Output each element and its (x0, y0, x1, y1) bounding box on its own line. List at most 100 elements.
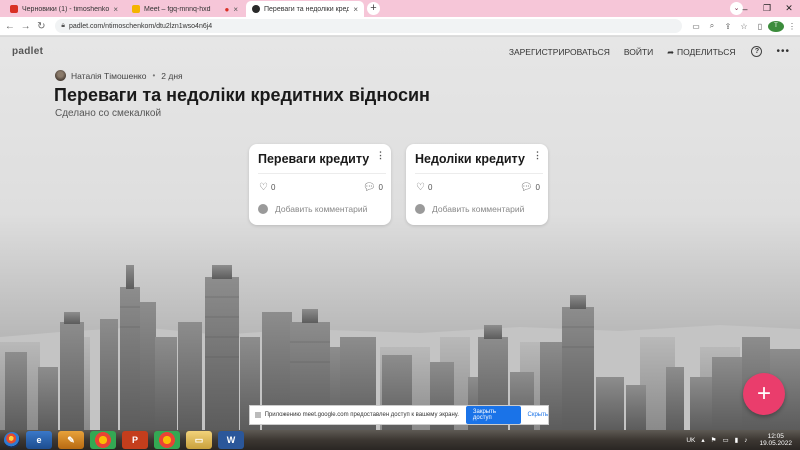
app-icon[interactable]: ✎ (58, 431, 84, 449)
commenter-avatar (415, 204, 425, 214)
bookmark-star-icon[interactable]: ☆ (736, 22, 752, 31)
share-page-icon[interactable]: ⇪ (720, 22, 736, 31)
card-divider (258, 173, 386, 174)
heart-icon: ♡ (259, 182, 268, 193)
add-comment-field[interactable]: Добавить комментарий (415, 204, 524, 214)
display-icon[interactable]: ▭ (722, 436, 728, 444)
screen-share-indicator-icon (255, 412, 261, 418)
comment-icon: 💬︎ (519, 182, 533, 193)
gmail-icon (10, 5, 18, 13)
share-button[interactable]: ➦ ПОДЕЛИТЬСЯ (667, 47, 735, 57)
post-card[interactable]: Переваги кредиту ⋮ ♡ 0 💬︎ 0 Добавить ком… (249, 144, 391, 225)
comment-button[interactable]: 💬︎ 0 (363, 182, 383, 193)
language-indicator[interactable]: UK (686, 437, 695, 444)
author-info: Наталія Тімошенко • 2 дня (55, 70, 183, 81)
tab-label: Черновики (1) - timoshenko.nat (22, 5, 110, 13)
zoom-icon[interactable]: ⌕ (704, 21, 720, 31)
commenter-avatar (258, 204, 268, 214)
tab-label: Переваги та недоліки кредитн (264, 5, 350, 13)
toolbar-icons: ▭ ⌕ ⇪ ☆ ▯ T ⋮ (688, 20, 800, 32)
start-button-icon[interactable] (4, 432, 20, 448)
back-icon[interactable]: ← (4, 21, 16, 32)
like-count: 0 (427, 183, 433, 192)
extensions-icon[interactable]: ▯ (752, 22, 768, 31)
card-menu-icon[interactable]: ⋮ (376, 150, 385, 161)
page-subtitle: Сделано со смекалкой (55, 108, 162, 119)
like-button[interactable]: ♡ 0 (259, 182, 275, 193)
tab-gmail[interactable]: Черновики (1) - timoshenko.nat × (4, 1, 124, 17)
profile-avatar[interactable]: T (768, 20, 784, 32)
register-link[interactable]: ЗАРЕГИСТРИРОВАТЬСЯ (509, 47, 610, 57)
chrome-icon[interactable] (154, 431, 180, 449)
network-icon[interactable]: ▮ (735, 436, 739, 444)
comment-count: 0 (535, 183, 540, 192)
comment-button[interactable]: 💬︎ 0 (520, 182, 540, 193)
system-tray: UK ▴ ⚑ ▭ ▮ ♪ 12:05 19.05.2022 (680, 433, 792, 447)
browser-menu-icon[interactable]: ⋮ (784, 22, 800, 31)
clock-date: 19.05.2022 (759, 440, 792, 447)
author-avatar (55, 70, 66, 81)
clock[interactable]: 12:05 19.05.2022 (753, 433, 792, 447)
tab-padlet[interactable]: Переваги та недоліки кредитн × (246, 1, 364, 17)
page-title: Переваги та недоліки кредитних відносин (54, 85, 430, 105)
padlet-canvas: padlet ЗАРЕГИСТРИРОВАТЬСЯ ВОЙТИ ➦ ПОДЕЛИТ… (0, 37, 800, 430)
forward-icon[interactable]: → (20, 21, 32, 32)
reload-icon[interactable]: ↻ (36, 21, 48, 32)
browser-toolbar: ← → ↻ 🔒︎ padlet.com/ntimoschenkom/dtu2lz… (0, 17, 800, 36)
window-controls: – ❐ ✕ (734, 0, 800, 17)
top-navigation: ЗАРЕГИСТРИРОВАТЬСЯ ВОЙТИ ➦ ПОДЕЛИТЬСЯ ? •… (495, 46, 790, 57)
close-icon[interactable]: × (353, 5, 358, 14)
window-close-icon[interactable]: ✕ (778, 3, 800, 14)
new-tab-button[interactable]: + (367, 2, 380, 15)
card-title: Недоліки кредиту (415, 152, 525, 166)
add-comment-placeholder: Добавить комментарий (275, 204, 368, 214)
folder-icon[interactable]: ▭ (186, 431, 212, 449)
close-icon[interactable]: × (113, 5, 118, 14)
card-menu-icon[interactable]: ⋮ (533, 150, 542, 161)
word-icon[interactable]: W (218, 431, 244, 449)
ie-icon[interactable]: e (26, 431, 52, 449)
share-notice-message: Приложению meet.google.com предоставлен … (264, 412, 459, 418)
powerpoint-icon[interactable]: P (122, 431, 148, 449)
post-card[interactable]: Недоліки кредиту ⋮ ♡ 0 💬︎ 0 Добавить ком… (406, 144, 548, 225)
hide-notice-button[interactable]: Скрыть (528, 412, 548, 418)
author-name: Наталія Тімошенко (71, 70, 147, 81)
share-label: ПОДЕЛИТЬСЯ (676, 46, 736, 57)
minimize-icon[interactable]: – (734, 4, 756, 14)
separator-dot: • (152, 71, 156, 80)
screen-share-icon[interactable]: ▭ (688, 22, 704, 31)
screen-share-notice: Приложению meet.google.com предоставлен … (249, 405, 549, 425)
tab-meet[interactable]: Meet – fgq-mnnq-hxd ● × (126, 1, 244, 17)
url-text: padlet.com/ntimoschenkom/dtu2lzn1wso4n6j… (68, 22, 213, 30)
add-post-button[interactable]: + (743, 373, 785, 415)
heart-icon: ♡ (416, 182, 425, 193)
tab-label: Meet – fgq-mnnq-hxd (144, 5, 211, 13)
comment-icon: 💬︎ (362, 182, 376, 193)
arrow-up-icon[interactable]: ▴ (701, 436, 704, 444)
add-comment-placeholder: Добавить комментарий (432, 204, 525, 214)
login-link[interactable]: ВОЙТИ (624, 47, 653, 57)
volume-icon[interactable]: ♪ (744, 437, 747, 444)
like-count: 0 (270, 183, 276, 192)
clock-time: 12:05 (767, 433, 784, 440)
padlet-logo[interactable]: padlet (12, 46, 43, 57)
add-comment-field[interactable]: Добавить комментарий (258, 204, 367, 214)
comment-count: 0 (378, 183, 383, 192)
more-options-icon[interactable]: ••• (776, 46, 790, 57)
address-bar[interactable]: 🔒︎ padlet.com/ntimoschenkom/dtu2lzn1wso4… (55, 19, 682, 33)
share-icon: ➦ (667, 47, 674, 57)
post-time: 2 дня (161, 70, 183, 81)
padlet-icon (252, 5, 260, 13)
help-icon[interactable]: ? (751, 46, 763, 57)
lock-icon[interactable]: 🔒︎ (61, 22, 65, 30)
card-divider (415, 173, 543, 174)
meet-icon (132, 5, 140, 13)
stop-sharing-button[interactable]: Закрыть доступ (465, 406, 521, 424)
browser-tab-strip: Черновики (1) - timoshenko.nat × Meet – … (0, 0, 800, 17)
chrome-icon[interactable] (90, 431, 116, 449)
maximize-icon[interactable]: ❐ (756, 3, 778, 14)
like-button[interactable]: ♡ 0 (416, 182, 432, 193)
flag-icon[interactable]: ⚑ (711, 436, 717, 444)
close-icon[interactable]: × (233, 5, 238, 14)
card-title: Переваги кредиту (258, 152, 370, 166)
